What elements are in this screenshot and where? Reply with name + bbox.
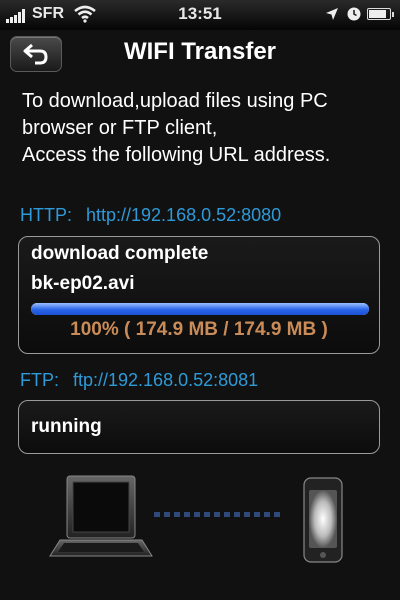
instructions-line: browser or FTP client, <box>22 117 218 139</box>
instructions-text: To download,upload files using PC browse… <box>22 88 392 169</box>
transfer-status: download complete <box>31 243 209 264</box>
laptop-icon <box>49 475 153 557</box>
transfer-illustration <box>49 475 343 563</box>
ftp-url[interactable]: ftp://192.168.0.52:8081 <box>73 370 258 390</box>
transfer-dots <box>154 512 280 517</box>
progress-text: 100% ( 174.9 MB / 174.9 MB ) <box>70 319 328 340</box>
ftp-status: running <box>31 416 102 437</box>
location-icon <box>326 8 338 20</box>
instructions-line: To download,upload files using PC <box>22 90 328 112</box>
transfer-status-panel: download complete bk-ep02.avi 100% ( 174… <box>18 236 380 354</box>
status-bar: SFR 13:51 <box>0 0 400 30</box>
progress-fill <box>31 303 369 315</box>
http-label: HTTP: <box>20 205 72 225</box>
http-row: HTTP: http://192.168.0.52:8080 <box>20 205 281 226</box>
http-url[interactable]: http://192.168.0.52:8080 <box>86 205 281 225</box>
battery-icon <box>367 8 394 20</box>
clock: 13:51 <box>178 4 222 23</box>
page-title: WIFI Transfer <box>123 38 277 65</box>
phone-icon <box>303 477 343 563</box>
ftp-label: FTP: <box>20 370 59 390</box>
nav-bar: WIFI Transfer <box>0 30 400 74</box>
transfer-filename: bk-ep02.avi <box>31 273 135 294</box>
ftp-row: FTP: ftp://192.168.0.52:8081 <box>20 370 258 391</box>
progress-bar <box>31 303 369 315</box>
ftp-status-panel: running <box>18 400 380 454</box>
alarm-icon <box>347 7 361 21</box>
instructions-line: Access the following URL address. <box>22 144 331 166</box>
